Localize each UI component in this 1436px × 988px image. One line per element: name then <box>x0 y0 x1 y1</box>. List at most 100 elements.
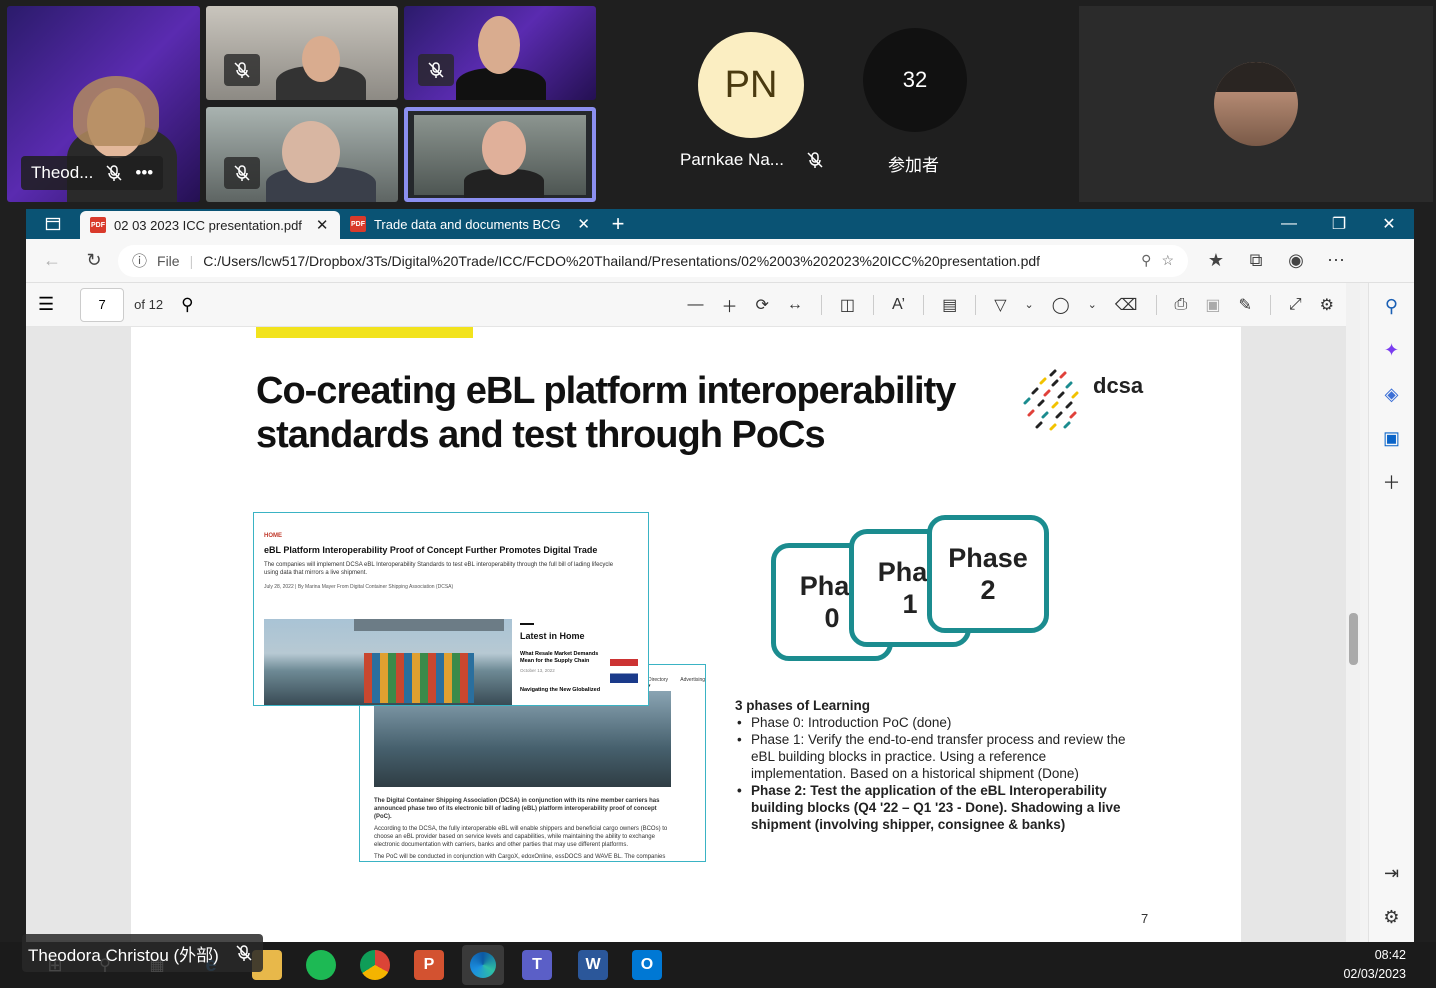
divider <box>975 294 977 315</box>
avatar-pn[interactable]: PN <box>698 32 804 138</box>
pdf-page: Co-creating eBL platform interoperabilit… <box>131 327 1241 942</box>
participant-count-label: 参加者 <box>888 156 939 175</box>
highlight-options-icon[interactable]: ⌄ <box>1088 298 1097 311</box>
sidebar-search-icon[interactable]: ⚲ <box>1381 295 1403 317</box>
search-icon[interactable]: ⚲ <box>181 295 193 315</box>
hide-sidebar-icon[interactable]: ⇥ <box>1381 862 1403 884</box>
page-view-icon[interactable]: ◫ <box>840 295 855 315</box>
info-icon[interactable]: ⓘ <box>132 250 147 271</box>
close-window-icon[interactable]: ✕ <box>1364 209 1414 239</box>
zoom-in-icon[interactable]: ＋ <box>722 293 738 317</box>
pdf-scrollbar[interactable] <box>1346 283 1360 942</box>
copilot-icon[interactable]: ✦ <box>1381 339 1403 361</box>
more-menu-icon[interactable]: ⋯ <box>1318 245 1354 277</box>
divider <box>1155 294 1157 315</box>
tab-label: Trade data and documents BCG p <box>373 216 564 232</box>
pdf-viewer[interactable]: Co-creating eBL platform interoperabilit… <box>26 327 1346 942</box>
sidebar-item-2: Navigating the New Globalized <box>520 687 601 693</box>
back-paragraph-3: The PoC will be conducted in conjunction… <box>374 854 666 860</box>
zoom-out-icon[interactable]: — <box>688 296 704 314</box>
dcsa-logo-text: dcsa <box>1093 373 1144 398</box>
chrome-icon[interactable] <box>360 950 390 980</box>
add-sidebar-app-icon[interactable]: ＋ <box>1381 471 1403 493</box>
draw-options-icon[interactable]: ⌄ <box>1025 298 1034 311</box>
self-view-panel[interactable] <box>1079 6 1433 202</box>
nav-advertising: Advertising <box>680 677 705 683</box>
edge-icon[interactable] <box>462 945 504 985</box>
video-tile-speaker[interactable]: Theod... ••• <box>7 6 200 202</box>
browser-window: PDF 02 03 2023 ICC presentation.pdf ✕ PD… <box>26 209 1414 942</box>
settings-icon[interactable]: ⚙ <box>1320 295 1334 315</box>
eraser-icon[interactable]: ⌫ <box>1115 295 1138 315</box>
save-as-icon[interactable]: ✎ <box>1238 295 1251 315</box>
article-section: HOME <box>264 533 282 539</box>
mute-indicator <box>224 54 260 86</box>
tab-trade-data[interactable]: PDF Trade data and documents BCG p ✕ <box>340 209 598 239</box>
zoom-icon[interactable]: ⚲ <box>1141 252 1151 269</box>
mute-indicator <box>224 157 260 189</box>
collections-icon[interactable]: ⧉ <box>1238 245 1274 277</box>
participant-head <box>282 121 340 183</box>
tab-actions-button[interactable] <box>26 209 80 239</box>
sidebar-settings-icon[interactable]: ⚙ <box>1381 906 1403 928</box>
outlook-taskbar-icon[interactable]: O <box>632 950 662 980</box>
address-bar-row: ← ↻ ⓘ File | C:/Users/lcw517/Dropbox/3Ts… <box>26 239 1414 283</box>
minimize-icon[interactable]: — <box>1264 209 1314 239</box>
video-tile-4[interactable] <box>206 107 398 202</box>
spotify-icon[interactable] <box>306 950 336 980</box>
video-tile-3[interactable] <box>404 6 596 100</box>
save-icon[interactable]: ▣ <box>1205 295 1220 315</box>
back-paragraph-1: The Digital Container Shipping Associati… <box>374 798 660 820</box>
word-icon[interactable]: W <box>578 950 608 980</box>
article-sidebar: Latest in Home What Resale Market Demand… <box>520 623 640 693</box>
participant-count: 32 <box>902 67 928 92</box>
divider <box>820 294 822 315</box>
participant-count-button[interactable]: 32 <box>863 28 967 132</box>
scroll-thumb[interactable] <box>1349 613 1358 665</box>
favorite-add-icon[interactable]: ☆ <box>1161 252 1174 269</box>
avatar-name: Parnkae Na... <box>680 150 784 169</box>
rotate-icon[interactable]: ⟳ <box>756 295 769 315</box>
close-tab-icon[interactable]: ✕ <box>577 215 590 233</box>
divider <box>923 294 925 315</box>
video-tile-active-speaker[interactable] <box>404 107 596 202</box>
system-clock[interactable]: 08:42 02/03/2023 <box>1343 946 1406 984</box>
video-tile-2[interactable] <box>206 6 398 100</box>
new-tab-button[interactable]: + <box>598 209 638 239</box>
fullscreen-icon[interactable]: ⤢ <box>1289 296 1302 314</box>
slide-title: Co-creating eBL platform interoperabilit… <box>256 370 956 456</box>
speaker-caption: Theodora Christou (外部) <box>22 934 263 972</box>
address-bar[interactable]: ⓘ File | C:/Users/lcw517/Dropbox/3Ts/Dig… <box>118 244 1188 277</box>
phase-item-0: Phase 0: Introduction PoC (done) <box>735 714 1135 731</box>
profile-icon[interactable]: ◉ <box>1278 245 1314 277</box>
text-box-icon[interactable]: ▤ <box>942 295 957 315</box>
phase-card-2: Phase 2 <box>927 515 1049 633</box>
close-tab-icon[interactable]: ✕ <box>316 216 329 234</box>
back-button[interactable]: ← <box>34 245 70 277</box>
pdf-icon: PDF <box>90 217 106 233</box>
teams-icon[interactable]: T <box>522 950 552 980</box>
tab-pdf-presentation[interactable]: PDF 02 03 2023 ICC presentation.pdf ✕ <box>80 211 340 239</box>
favorites-icon[interactable]: ★ <box>1198 245 1234 277</box>
contents-icon[interactable]: ☰ <box>38 294 54 315</box>
powerpoint-icon[interactable]: P <box>414 950 444 980</box>
restore-icon[interactable]: ❐ <box>1314 209 1364 239</box>
mic-off-icon <box>807 152 823 168</box>
sidebar-rule <box>520 623 534 625</box>
page-total: of 12 <box>134 297 164 312</box>
more-options-icon[interactable]: ••• <box>135 163 153 183</box>
containers-shape <box>364 653 474 703</box>
draw-icon[interactable]: ▽ <box>994 295 1006 315</box>
nav-directory: Directory ▾ <box>648 677 669 689</box>
fit-page-icon[interactable]: ↔ <box>787 296 803 314</box>
print-icon[interactable]: ⎙ <box>1175 296 1188 314</box>
highlight-icon[interactable]: ◯ <box>1052 295 1070 315</box>
outlook-icon[interactable]: ▣ <box>1381 427 1403 449</box>
office-icon[interactable]: ◈ <box>1381 383 1403 405</box>
refresh-button[interactable]: ↻ <box>76 245 112 277</box>
read-aloud-icon[interactable]: A’ <box>892 296 905 314</box>
screen: { "meeting": { "participants": [ {"name"… <box>0 0 1436 988</box>
phases-bullets: Phase 0: Introduction PoC (done) Phase 1… <box>735 714 1135 833</box>
page-number-input[interactable]: 7 <box>80 287 125 322</box>
participant-head <box>302 36 340 82</box>
